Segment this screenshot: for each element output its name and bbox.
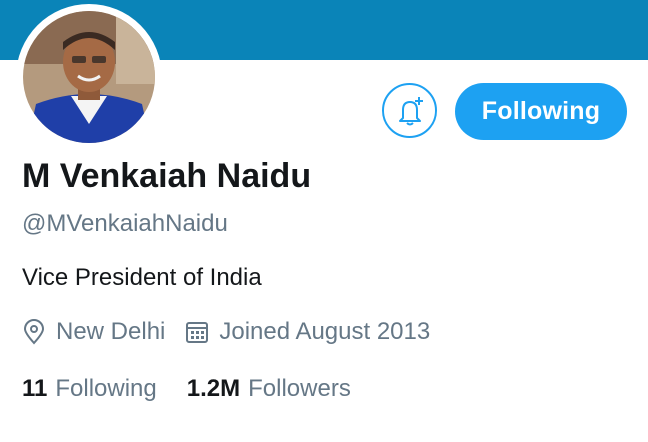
followers-count: 1.2M (186, 375, 241, 402)
location-text: New Delhi (56, 318, 166, 345)
following-button[interactable]: Following (455, 83, 627, 140)
bell-plus-icon (398, 96, 423, 125)
calendar-icon (186, 322, 209, 343)
following-count: 11 (22, 375, 48, 402)
avatar[interactable] (16, 4, 162, 150)
followers-stat[interactable]: 1.2M Followers (187, 375, 351, 403)
joined-text: Joined August 2013 (219, 318, 431, 345)
profile-bio: Vice President of India (22, 264, 262, 291)
followers-label: Followers (248, 375, 351, 402)
location-item: New Delhi (22, 318, 165, 346)
profile-name: M Venkaiah Naidu (22, 157, 312, 195)
joined-item: Joined August 2013 (185, 318, 430, 346)
following-stat[interactable]: 11 Following (22, 375, 157, 403)
profile-handle: @MVenkaiahNaidu (22, 210, 228, 237)
avatar-photo (23, 11, 155, 143)
following-label: Following (55, 375, 157, 402)
location-pin-icon (23, 319, 45, 345)
notifications-button[interactable] (382, 83, 437, 138)
profile-meta: New Delhi Joined August 2013 (22, 318, 430, 346)
profile-stats: 11 Following 1.2M Followers (22, 375, 351, 403)
